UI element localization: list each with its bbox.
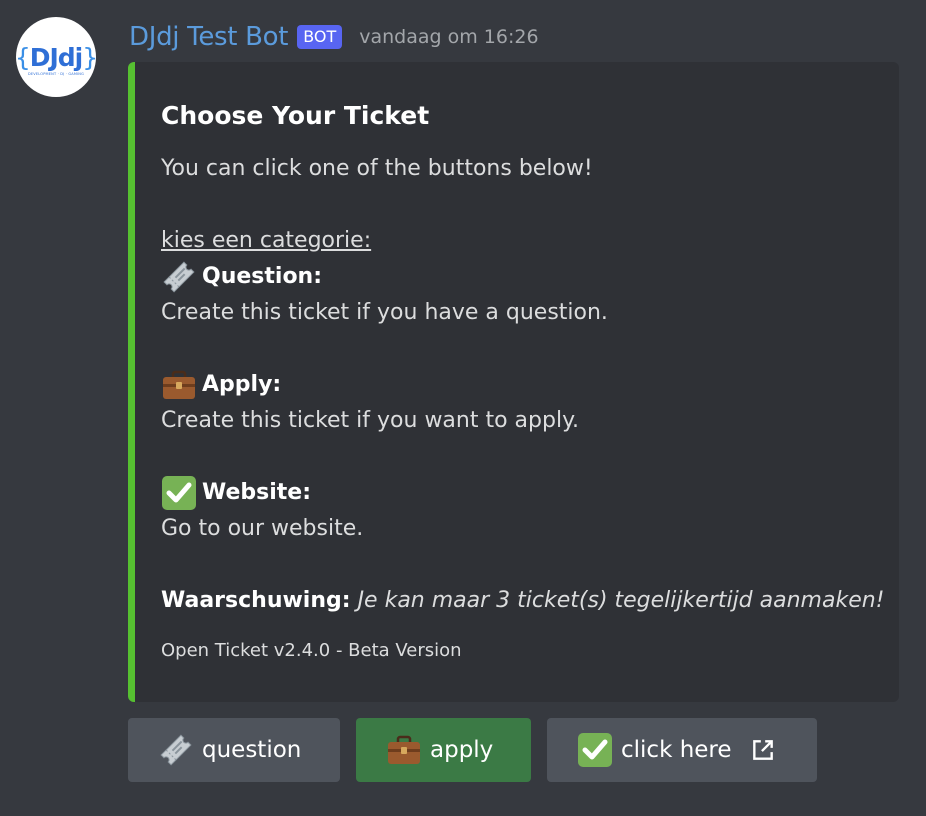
ticket-icon: [163, 261, 195, 293]
ticket-embed: Choose Your Ticket You can click one of …: [128, 62, 899, 702]
warning-label: Waarschuwing:: [161, 588, 351, 613]
embed-footer: Open Ticket v2.4.0 - Beta Version: [161, 640, 462, 661]
check-mark-icon: [578, 733, 612, 767]
category-name: Website:: [202, 480, 312, 505]
message-timestamp: vandaag om 16:26: [359, 26, 539, 48]
bot-avatar[interactable]: {DJdj} DEVELOPMENT · DJ · GAMING: [14, 17, 98, 97]
warning-line: Waarschuwing: Je kan maar 3 ticket(s) te…: [161, 583, 885, 619]
website-link-button-label: click here: [621, 737, 732, 763]
briefcase-icon: [388, 735, 420, 764]
embed-title: Choose Your Ticket: [161, 101, 430, 130]
category-description: Go to our website.: [161, 516, 364, 541]
question-button[interactable]: question: [128, 718, 340, 782]
category-name: Question:: [202, 264, 323, 289]
author-name[interactable]: DJdj Test Bot: [129, 22, 288, 52]
warning-text: Je kan maar 3 ticket(s) tegelijkertijd a…: [357, 588, 885, 613]
category-name: Apply:: [202, 372, 282, 397]
bot-badge: BOT: [297, 25, 343, 49]
category-description: Create this ticket if you have a questio…: [161, 300, 608, 325]
action-row: question apply click here: [128, 718, 817, 782]
category-heading: kies een categorie:: [161, 228, 372, 253]
category-description: Create this ticket if you want to apply.: [161, 408, 579, 433]
apply-button[interactable]: apply: [356, 718, 531, 782]
embed-intro: You can click one of the buttons below!: [161, 156, 593, 181]
category-website: Website:: [161, 475, 879, 511]
external-link-icon: [752, 740, 773, 760]
category-question: Question:: [161, 259, 879, 295]
message-header: DJdj Test Bot BOT vandaag om 16:26: [129, 20, 539, 54]
apply-button-label: apply: [430, 737, 494, 763]
embed-description: You can click one of the buttons below! …: [161, 151, 885, 619]
ticket-icon: [160, 734, 192, 766]
briefcase-icon: [163, 370, 195, 399]
question-button-label: question: [202, 737, 302, 763]
avatar-logo: {DJdj}: [14, 42, 98, 72]
check-mark-icon: [162, 476, 196, 510]
website-link-button[interactable]: click here: [547, 718, 817, 782]
avatar-tagline: DEVELOPMENT · DJ · GAMING: [27, 71, 85, 76]
category-apply: Apply:: [161, 367, 879, 403]
